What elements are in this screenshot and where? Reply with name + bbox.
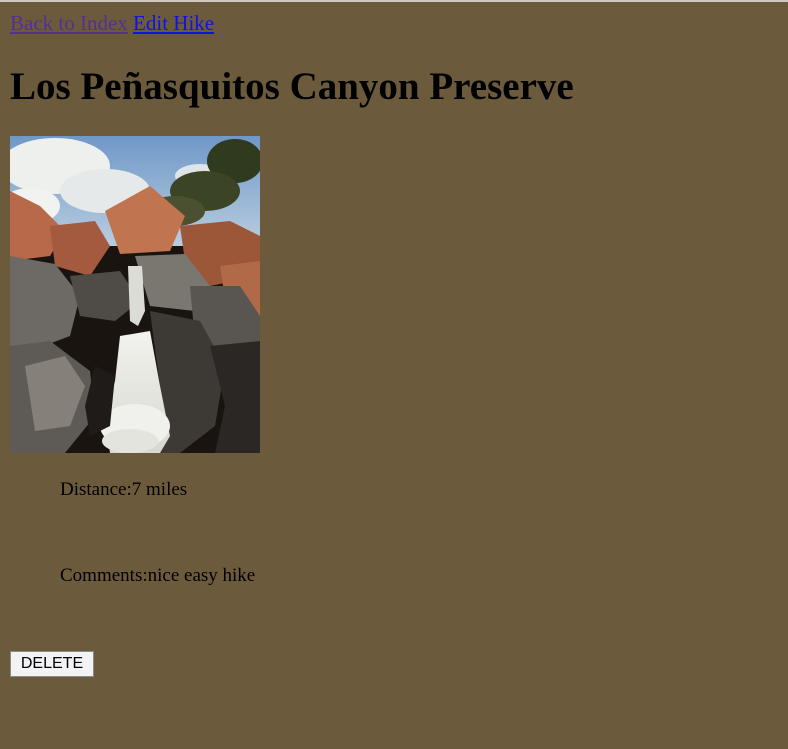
page-content: Back to Index Edit Hike Los Peñasquitos … — [0, 2, 788, 109]
comments-label: Comments: — [60, 565, 148, 586]
page-title: Los Peñasquitos Canyon Preserve — [10, 65, 574, 108]
distance-row: Distance:7 miles — [60, 479, 187, 501]
comments-value: nice easy hike — [147, 565, 256, 586]
back-to-index-link[interactable]: Back to Index — [10, 11, 128, 35]
hike-photo — [10, 136, 260, 453]
distance-value: 7 miles — [131, 479, 188, 500]
distance-label: Distance: — [60, 479, 132, 500]
edit-hike-link[interactable]: Edit Hike — [133, 11, 214, 35]
nav-links: Back to Index Edit Hike — [10, 2, 778, 35]
comments-row: Comments:nice easy hike — [60, 565, 255, 587]
delete-button[interactable]: DELETE — [10, 651, 94, 677]
